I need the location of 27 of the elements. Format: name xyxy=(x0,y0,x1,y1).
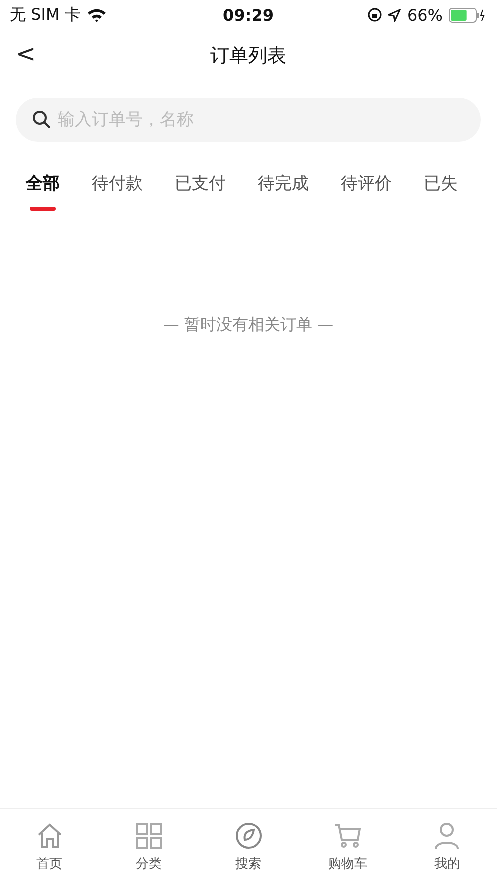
cart-icon xyxy=(332,821,363,851)
nav-item[interactable]: 搜索 xyxy=(198,809,298,883)
wifi-icon xyxy=(86,8,107,22)
search-field[interactable]: 输入订单号，名称 xyxy=(16,98,481,142)
battery-icon xyxy=(449,8,487,22)
filter-tab[interactable]: 已支付 xyxy=(175,172,226,205)
filter-tab[interactable]: 待评价 xyxy=(341,172,392,205)
clock-time: 09:29 xyxy=(223,6,274,24)
location-arrow-icon xyxy=(388,8,402,22)
nav-item[interactable]: 分类 xyxy=(99,809,199,883)
rotation-lock-icon xyxy=(368,8,382,22)
page-title: 订单列表 xyxy=(210,44,286,69)
filter-tab[interactable]: 已失 xyxy=(424,172,458,205)
battery-percent: 66% xyxy=(407,6,443,24)
nav-item[interactable]: 首页 xyxy=(0,809,100,883)
nav-item[interactable]: 我的 xyxy=(398,809,497,883)
compass-icon xyxy=(234,821,264,851)
empty-message: — 暂时没有相关订单 — xyxy=(163,315,334,334)
filter-tab[interactable]: 全部 xyxy=(26,172,60,205)
active-underline xyxy=(30,207,56,211)
filter-tab[interactable]: 待完成 xyxy=(258,172,309,205)
carrier-text: 无 SIM 卡 xyxy=(10,4,81,26)
filter-tab[interactable]: 待付款 xyxy=(92,172,143,205)
search-icon xyxy=(32,110,52,130)
nav-item[interactable]: 购物车 xyxy=(298,809,398,883)
back-button[interactable]: < xyxy=(12,40,40,68)
grid-icon xyxy=(134,821,164,851)
